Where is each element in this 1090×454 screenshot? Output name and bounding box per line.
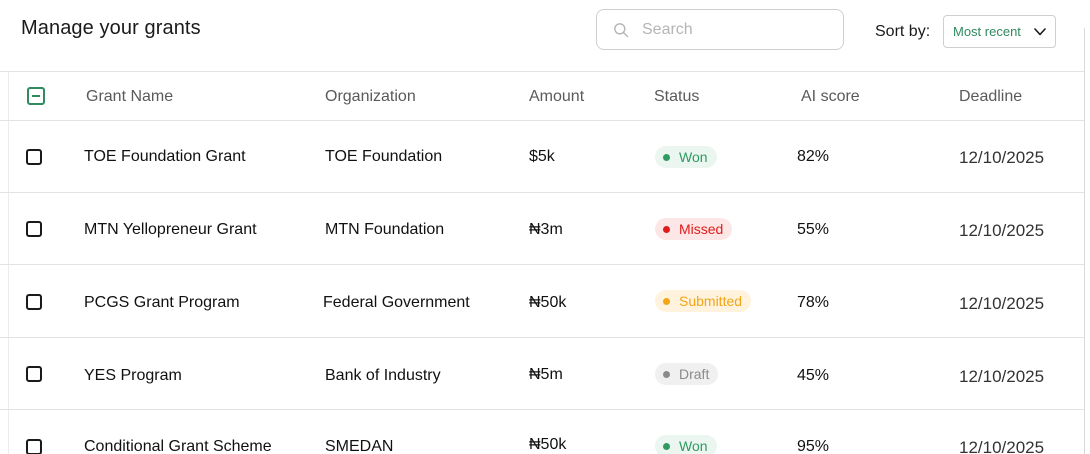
deadline: 12/10/2025 <box>959 367 1045 386</box>
status-badge: Won <box>655 146 717 168</box>
search-icon <box>614 22 629 37</box>
grant-name: PCGS Grant Program <box>84 294 240 311</box>
amount: ₦50k <box>529 294 567 311</box>
column-header-deadline[interactable]: Deadline <box>959 88 1022 106</box>
organization: TOE Foundation <box>325 148 443 165</box>
status-text: Missed <box>679 221 724 237</box>
column-header-amount[interactable]: Amount <box>529 88 584 106</box>
deadline: 12/10/2025 <box>959 438 1045 454</box>
amount: $5k <box>529 148 555 165</box>
status-badge: Submitted <box>655 290 752 312</box>
status-badge: Missed <box>655 218 733 240</box>
amount: ₦3m <box>529 221 563 238</box>
chevron-down-icon <box>1034 28 1046 36</box>
organization: Federal Government <box>323 294 470 311</box>
grant-name: YES Program <box>84 367 182 384</box>
deadline: 12/10/2025 <box>959 221 1045 240</box>
grant-name: MTN Yellopreneur Grant <box>84 221 257 238</box>
status-badge: Won <box>655 435 717 454</box>
row-checkbox[interactable] <box>26 366 42 382</box>
row-divider <box>0 337 1084 338</box>
column-header-ai-score[interactable]: AI score <box>801 88 860 106</box>
panel-left-border <box>8 71 9 454</box>
sort-label: Sort by: <box>875 23 931 40</box>
select-all-checkbox[interactable] <box>27 87 45 105</box>
status-dot-icon <box>663 370 670 378</box>
row-checkbox[interactable] <box>26 294 42 310</box>
ai-score: 45% <box>797 367 830 384</box>
status-text: Won <box>679 149 708 165</box>
row-checkbox[interactable] <box>26 149 42 165</box>
status-text: Submitted <box>679 293 743 309</box>
ai-score: 82% <box>797 148 830 165</box>
grant-name: Conditional Grant Scheme <box>84 438 272 454</box>
status-badge: Draft <box>655 363 719 385</box>
status-dot-icon <box>663 442 670 450</box>
row-checkbox[interactable] <box>26 439 42 454</box>
row-divider <box>0 264 1084 265</box>
organization: Bank of Industry <box>325 367 441 384</box>
status-dot-icon <box>663 225 670 233</box>
sort-dropdown[interactable]: Most recent <box>943 15 1056 48</box>
column-header-organization[interactable]: Organization <box>325 88 416 106</box>
row-divider <box>0 192 1084 193</box>
row-checkbox[interactable] <box>26 221 42 237</box>
header-divider <box>0 71 1084 72</box>
search-input[interactable] <box>642 20 832 39</box>
column-header-divider <box>0 120 1084 121</box>
status-dot-icon <box>663 297 670 305</box>
ai-score: 78% <box>797 294 830 311</box>
amount: ₦5m <box>529 366 563 383</box>
panel-right-border <box>1084 28 1085 454</box>
sort-selected-value: Most recent <box>953 24 1021 39</box>
deadline: 12/10/2025 <box>959 148 1045 167</box>
ai-score: 55% <box>797 221 830 238</box>
row-divider <box>0 409 1084 410</box>
status-text: Won <box>679 438 708 454</box>
column-header-grant-name[interactable]: Grant Name <box>86 88 173 106</box>
organization: MTN Foundation <box>325 221 445 238</box>
page-title: Manage your grants <box>21 17 201 39</box>
grants-panel: Manage your grants Sort by: Most recent … <box>0 0 1090 454</box>
column-header-status[interactable]: Status <box>654 88 699 106</box>
status-dot-icon <box>663 153 670 161</box>
grant-name: TOE Foundation Grant <box>84 148 246 165</box>
amount: ₦50k <box>529 436 567 453</box>
ai-score: 95% <box>797 438 830 454</box>
deadline: 12/10/2025 <box>959 294 1045 313</box>
search-box[interactable] <box>596 9 844 50</box>
organization: SMEDAN <box>325 438 394 454</box>
status-text: Draft <box>679 366 710 382</box>
